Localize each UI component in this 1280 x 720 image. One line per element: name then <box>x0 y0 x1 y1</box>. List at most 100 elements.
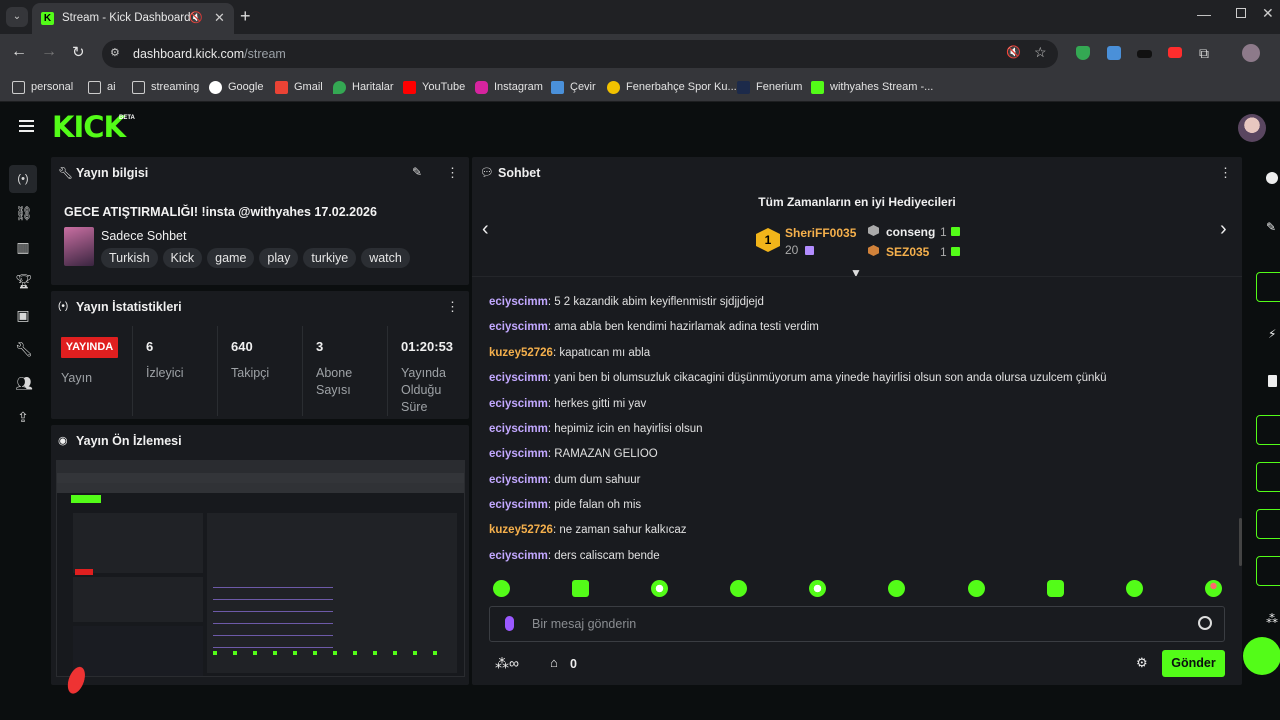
chevron-right-icon[interactable]: › <box>1220 218 1227 241</box>
tab-close-icon[interactable]: ✕ <box>214 10 225 26</box>
chat-username[interactable]: eciyscimm <box>489 550 548 562</box>
bookmark-ai[interactable]: ai <box>88 79 116 95</box>
kick-logo[interactable]: KICK <box>52 110 126 144</box>
chat-scrollbar[interactable] <box>1239 518 1242 566</box>
chevron-left-icon[interactable]: ‹ <box>482 218 489 241</box>
tag[interactable]: game <box>207 248 255 268</box>
tag[interactable]: Kick <box>162 248 203 268</box>
emote-icon[interactable] <box>1205 580 1222 597</box>
extension-translate-icon[interactable] <box>1107 46 1121 60</box>
emote-icon[interactable] <box>1047 580 1064 597</box>
info-icon[interactable] <box>1266 172 1278 184</box>
chat-username[interactable]: eciyscimm <box>489 448 548 460</box>
send-button[interactable]: Gönder <box>1162 650 1225 677</box>
document-icon[interactable] <box>1268 375 1277 387</box>
bookmark-streaming[interactable]: streaming <box>132 79 199 95</box>
community-icon[interactable]: 👥︎ <box>15 375 33 391</box>
bookmark-fenerbahce[interactable]: Fenerbahçe Spor Ku... <box>607 79 737 95</box>
video-icon[interactable]: ▣ <box>15 307 31 323</box>
stream-preview-video[interactable] <box>56 460 465 677</box>
support-button[interactable] <box>1243 637 1280 675</box>
rail-tools-button[interactable] <box>1256 556 1280 586</box>
restore-button[interactable] <box>1236 8 1246 18</box>
reload-icon[interactable]: ↻ <box>72 43 85 61</box>
address-bar[interactable]: ⚙ dashboard.kick.com/stream 🔇 ☆ <box>102 40 1058 68</box>
analytics-icon[interactable]: ▥ <box>15 239 31 255</box>
bookmark-youtube[interactable]: YouTube <box>403 79 465 95</box>
chat-username[interactable]: eciyscimm <box>489 296 548 308</box>
collapse-filter-icon[interactable]: ▼ <box>850 266 862 280</box>
emote-icon[interactable] <box>809 580 826 597</box>
hamburger-menu-icon[interactable] <box>19 120 34 132</box>
emote-icon[interactable] <box>888 580 905 597</box>
tag[interactable]: turkiye <box>303 248 357 268</box>
new-tab-button[interactable]: + <box>240 6 251 27</box>
wrench-icon[interactable]: 🔧︎ <box>15 341 33 357</box>
bookmark-personal[interactable]: personal <box>12 79 73 95</box>
rail-layout-button[interactable] <box>1256 509 1280 539</box>
upload-icon[interactable]: ⇪ <box>15 409 31 425</box>
extension-shield-icon[interactable] <box>1076 46 1090 60</box>
bookmark-withyahes[interactable]: withyahes Stream -... <box>811 79 933 95</box>
chat-username[interactable]: kuzey52726 <box>489 347 553 359</box>
chat-username[interactable]: eciyscimm <box>489 398 548 410</box>
tag[interactable]: play <box>259 248 299 268</box>
chat-settings-icon[interactable]: ⚙ <box>1136 655 1148 671</box>
muted-site-icon[interactable]: 🔇 <box>1006 45 1021 59</box>
emoji-picker-icon[interactable] <box>1198 616 1212 630</box>
bookmark-star-icon[interactable]: ☆ <box>1034 44 1047 61</box>
emote-icon[interactable] <box>493 580 510 597</box>
close-window-button[interactable]: ✕ <box>1262 5 1274 22</box>
chat-username[interactable]: eciyscimm <box>489 321 548 333</box>
tab-muted-icon[interactable]: 🔇 <box>189 11 203 24</box>
bolt-icon[interactable]: ⚡︎ <box>1268 327 1276 341</box>
more-options-icon[interactable]: ⋮ <box>1219 165 1232 181</box>
more-options-icon[interactable]: ⋮ <box>446 165 459 181</box>
extensions-puzzle-icon[interactable]: ⧉ <box>1199 45 1209 62</box>
rail-preview-button[interactable] <box>1256 272 1280 302</box>
chat-username[interactable]: eciyscimm <box>489 423 548 435</box>
gifter-3-name[interactable]: SEZ035 <box>886 245 929 259</box>
chat-username[interactable]: eciyscimm <box>489 474 548 486</box>
minimize-button[interactable]: — <box>1197 6 1211 22</box>
bookmark-cevir[interactable]: Çevir <box>551 79 596 95</box>
bookmark-haritalar[interactable]: Haritalar <box>333 79 394 95</box>
tab-search-button[interactable]: ⌄ <box>6 7 28 27</box>
chat-input[interactable]: Bir mesaj gönderin <box>489 606 1225 642</box>
emote-icon[interactable] <box>572 580 589 597</box>
bookmark-google[interactable]: Google <box>209 79 263 95</box>
chat-username[interactable]: eciyscimm <box>489 499 548 511</box>
bookmark-instagram[interactable]: Instagram <box>475 79 543 95</box>
back-icon[interactable]: ← <box>11 43 27 61</box>
forward-icon[interactable]: → <box>41 43 57 61</box>
microphone-icon[interactable] <box>505 616 514 631</box>
trophy-icon[interactable]: 🏆︎ <box>15 273 33 289</box>
emote-icon[interactable] <box>968 580 985 597</box>
emote-icon[interactable] <box>651 580 668 597</box>
emote-icon[interactable] <box>1126 580 1143 597</box>
tag[interactable]: watch <box>361 248 410 268</box>
edit-icon[interactable]: ✎ <box>1266 220 1276 234</box>
chat-username[interactable]: eciyscimm <box>489 372 548 384</box>
rail-chat-button[interactable] <box>1256 415 1280 445</box>
top-gifter-name[interactable]: SheriFF0035 <box>785 226 856 240</box>
profile-avatar-icon[interactable] <box>1242 44 1260 62</box>
stream-icon[interactable]: (•) <box>15 171 31 187</box>
bookmark-gmail[interactable]: Gmail <box>275 79 323 95</box>
user-avatar[interactable] <box>1238 114 1266 142</box>
edit-pencil-icon[interactable]: ✎ <box>412 165 422 179</box>
rail-stream-button[interactable] <box>1256 462 1280 492</box>
gifter-2-name[interactable]: conseng <box>886 225 935 239</box>
community-rail-icon[interactable]: ⁂ <box>1266 612 1278 626</box>
store-icon[interactable]: ⌂ <box>550 655 558 670</box>
browser-tab[interactable]: K Stream - Kick Dashboard 🔇 ✕ <box>32 3 234 34</box>
tag[interactable]: Turkish <box>101 248 158 268</box>
bookmark-fenerium[interactable]: Fenerium <box>737 79 802 95</box>
extension-hat-icon[interactable] <box>1137 50 1152 58</box>
chat-username[interactable]: kuzey52726 <box>489 524 553 536</box>
more-options-icon[interactable]: ⋮ <box>446 299 459 315</box>
site-info-icon[interactable]: ⚙ <box>110 46 120 59</box>
extension-youtube-icon[interactable] <box>1168 47 1182 58</box>
emote-icon[interactable] <box>730 580 747 597</box>
channel-points-icon[interactable]: ⁂∞ <box>495 655 519 672</box>
